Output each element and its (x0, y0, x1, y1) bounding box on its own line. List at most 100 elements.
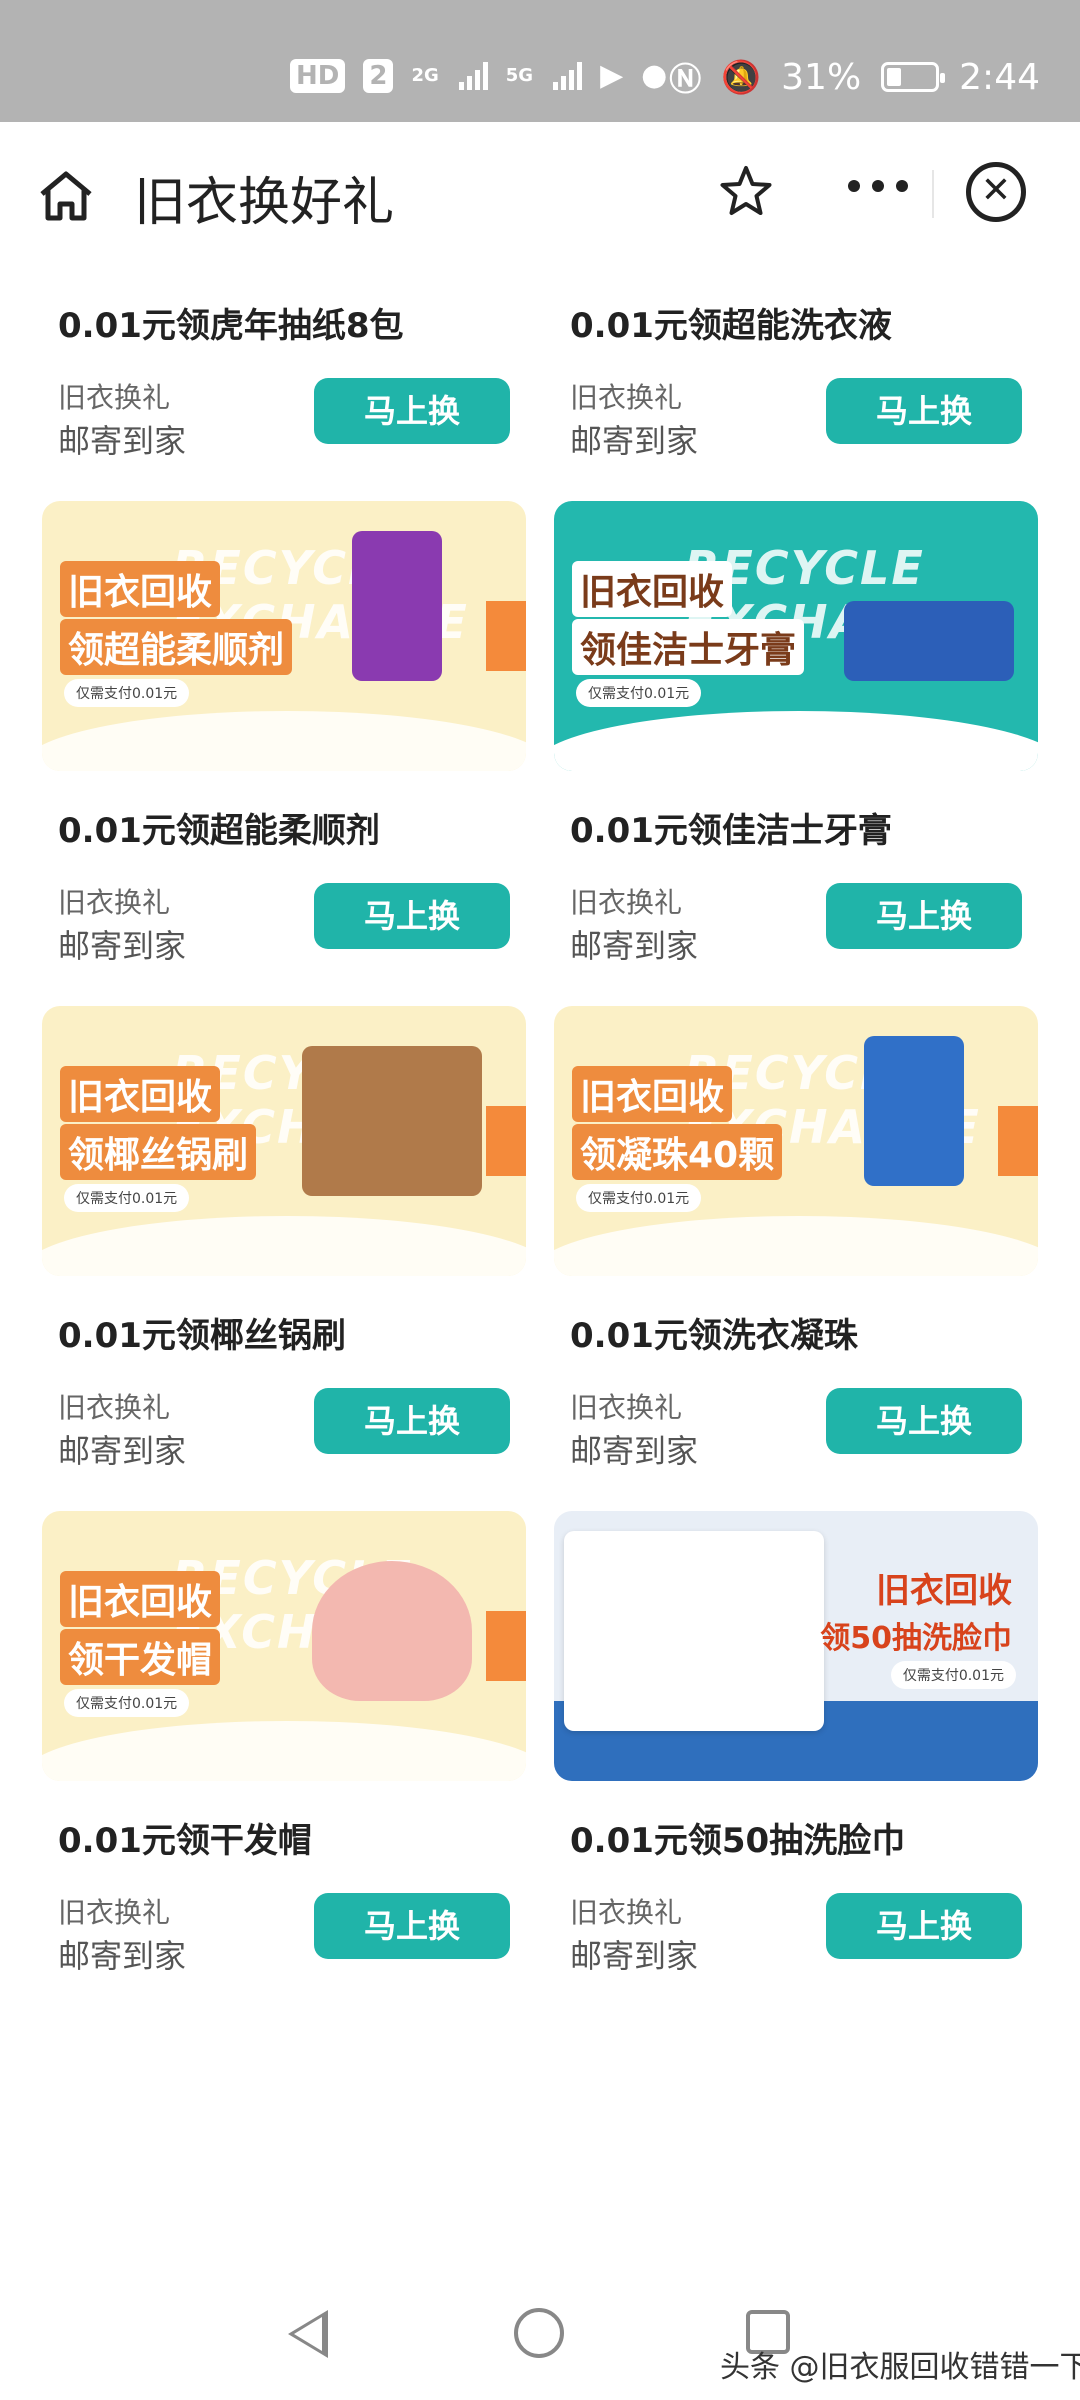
product-subtitle: 旧衣换礼 (570, 886, 683, 919)
sim-icon: 2 (363, 58, 394, 93)
banner-line2: 领椰丝锅刷 (60, 1124, 257, 1180)
product-subtitle: 旧衣换礼 (570, 381, 683, 414)
product-name[interactable]: 0.01元领超能洗衣液 (570, 298, 892, 347)
banner-line1: 旧衣回收 (572, 1066, 733, 1122)
hd-icon: HD (290, 58, 346, 93)
home-circle-icon[interactable] (514, 2308, 564, 2358)
product-delivery: 邮寄到家 (570, 1937, 699, 1975)
banner-line2: 领50抽洗脸巾 (820, 1621, 1012, 1656)
status-right: Ⓝ 🔕 31% 2:44 (669, 54, 1040, 100)
banner-accent (486, 1611, 526, 1681)
mute-icon: 🔕 (721, 58, 762, 96)
product-card[interactable]: 旧衣回收 领50抽洗脸巾 仅需支付0.01元 0.01元领50抽洗脸巾 旧衣换礼… (554, 1511, 1038, 1991)
banner-line2: 领干发帽 (60, 1629, 221, 1685)
product-subtitle: 旧衣换礼 (58, 1391, 171, 1424)
exchange-button[interactable]: 马上换 (314, 883, 510, 949)
nfc-icon: Ⓝ (669, 60, 702, 98)
signal-icon (553, 61, 583, 90)
battery-icon (881, 62, 946, 92)
exchange-button[interactable]: 马上换 (314, 1388, 510, 1454)
exchange-button[interactable]: 马上换 (314, 1893, 510, 1959)
banner-line2: 领佳洁士牙膏 (572, 619, 805, 675)
product-name[interactable]: 0.01元领超能柔顺剂 (58, 803, 380, 852)
product-name[interactable]: 0.01元领干发帽 (58, 1813, 312, 1862)
banner-line2: 领超能柔顺剂 (60, 619, 293, 675)
banner-price: 仅需支付0.01元 (64, 679, 190, 707)
product-card[interactable]: RECYCLEEXCHANGE 旧衣回收 领干发帽 仅需支付0.01元 0.01… (42, 1511, 526, 1991)
banner-wave (554, 1216, 1038, 1276)
network-2g-label: 2G (411, 65, 439, 86)
banner-line1: 旧衣回收 (60, 1066, 221, 1122)
battery-fill (887, 68, 902, 86)
play-icon: ▶ (600, 58, 624, 93)
banner-line1: 旧衣回收 (876, 1571, 1012, 1611)
banner-price: 仅需支付0.01元 (890, 1661, 1016, 1689)
product-subtitle: 旧衣换礼 (58, 1896, 171, 1929)
exchange-button[interactable]: 马上换 (826, 883, 1022, 949)
product-delivery: 邮寄到家 (570, 927, 699, 965)
product-card[interactable]: RECYCLE EXCHANGE 旧衣回收 领佳洁士牙膏 仅需支付0.01元 0.… (554, 501, 1038, 981)
banner-wave (554, 711, 1038, 771)
exchange-button[interactable]: 马上换 (826, 1388, 1022, 1454)
product-subtitle: 旧衣换礼 (58, 886, 171, 919)
product-name[interactable]: 0.01元领佳洁士牙膏 (570, 803, 892, 852)
banner-price: 仅需支付0.01元 (64, 1689, 190, 1717)
product-delivery: 邮寄到家 (58, 1432, 187, 1470)
product-card[interactable]: RECYCLE EXCHANGE 旧衣回收 领超能柔顺剂 仅需支付0.01元 0.… (42, 501, 526, 981)
clock: 2:44 (959, 56, 1040, 98)
banner-wave (42, 1721, 526, 1781)
banner-price: 仅需支付0.01元 (64, 1184, 190, 1212)
product-delivery: 邮寄到家 (58, 422, 187, 460)
product-banner[interactable]: RECYCLE EXCHANGE 旧衣回收 领超能柔顺剂 仅需支付0.01元 (42, 501, 526, 771)
banner-price: 仅需支付0.01元 (576, 679, 702, 707)
banner-accent (486, 1106, 526, 1176)
product-name[interactable]: 0.01元领50抽洗脸巾 (570, 1813, 905, 1862)
battery-percent: 31% (781, 56, 862, 98)
banner-accent (998, 1106, 1038, 1176)
product-name[interactable]: 0.01元领洗衣凝珠 (570, 1308, 858, 1357)
product-card[interactable]: RECYCLEEXCHANGE 旧衣回收 领椰丝锅刷 仅需支付0.01元 0.0… (42, 1006, 526, 1486)
banner-price: 仅需支付0.01元 (576, 1184, 702, 1212)
more-icon[interactable] (848, 180, 908, 192)
product-banner[interactable]: RECYCLEEXCHANGE 旧衣回收 领干发帽 仅需支付0.01元 (42, 1511, 526, 1781)
product-image (864, 1036, 964, 1186)
system-navbar: 头条 @旧衣服回收错错一下 (0, 2266, 1080, 2400)
product-name[interactable]: 0.01元领虎年抽纸8包 (58, 298, 404, 347)
banner-line1: 旧衣回收 (60, 1571, 221, 1627)
back-icon[interactable] (288, 2310, 328, 2358)
product-banner[interactable]: RECYCLEEXCHANGE 旧衣回收 领椰丝锅刷 仅需支付0.01元 (42, 1006, 526, 1276)
header-divider (932, 170, 934, 218)
product-image (352, 531, 442, 681)
banner-line1: 旧衣回收 (60, 561, 221, 617)
close-icon[interactable]: ✕ (966, 162, 1026, 222)
page-title: 旧衣换好礼 (134, 173, 395, 233)
product-banner[interactable]: 旧衣回收 领50抽洗脸巾 仅需支付0.01元 (554, 1511, 1038, 1781)
banner-line2: 领凝珠40颗 (572, 1124, 783, 1180)
product-subtitle: 旧衣换礼 (570, 1896, 683, 1929)
product-subtitle: 旧衣换礼 (58, 381, 171, 414)
star-icon[interactable] (718, 164, 774, 220)
product-grid-viewport[interactable]: RECYCLEEXCHANGE 领虎年抽纸 仅需支付0.01元 0.01元领虎年… (0, 266, 1080, 2266)
product-banner[interactable]: RECYCLE EXCHANGE 旧衣回收 领佳洁士牙膏 仅需支付0.01元 (554, 501, 1038, 771)
product-card[interactable]: RECYCLEEXCHANGE 领虎年抽纸 仅需支付0.01元 0.01元领虎年… (42, 266, 526, 476)
exchange-button[interactable]: 马上换 (826, 378, 1022, 444)
product-delivery: 邮寄到家 (570, 422, 699, 460)
product-banner[interactable]: RECYCLE EXCHANGE 旧衣回收 领凝珠40颗 仅需支付0.01元 (554, 1006, 1038, 1276)
home-icon[interactable] (38, 170, 94, 222)
network-5g-label: 5G (505, 65, 534, 86)
product-image (302, 1046, 482, 1196)
banner-accent (486, 601, 526, 671)
product-subtitle: 旧衣换礼 (570, 1391, 683, 1424)
status-bar: HD 2 2G 5G ▶ ● Ⓝ 🔕 31% 2:44 (0, 0, 1080, 122)
product-name[interactable]: 0.01元领椰丝锅刷 (58, 1308, 346, 1357)
app-header: 旧衣换好礼 ✕ (0, 122, 1080, 266)
wechat-icon: ● (641, 58, 668, 93)
exchange-button[interactable]: 马上换 (314, 378, 510, 444)
product-delivery: 邮寄到家 (58, 1937, 187, 1975)
product-card[interactable]: RECYCLE EXCHANGE 旧衣回收 领凝珠40颗 仅需支付0.01元 0.… (554, 1006, 1038, 1486)
product-image (564, 1531, 824, 1731)
product-delivery: 邮寄到家 (58, 927, 187, 965)
banner-wave (42, 711, 526, 771)
product-card[interactable]: RECYCLEEXCHANGE 领超能洗衣液 仅需支付0.01元 0.01元领超… (554, 266, 1038, 476)
exchange-button[interactable]: 马上换 (826, 1893, 1022, 1959)
